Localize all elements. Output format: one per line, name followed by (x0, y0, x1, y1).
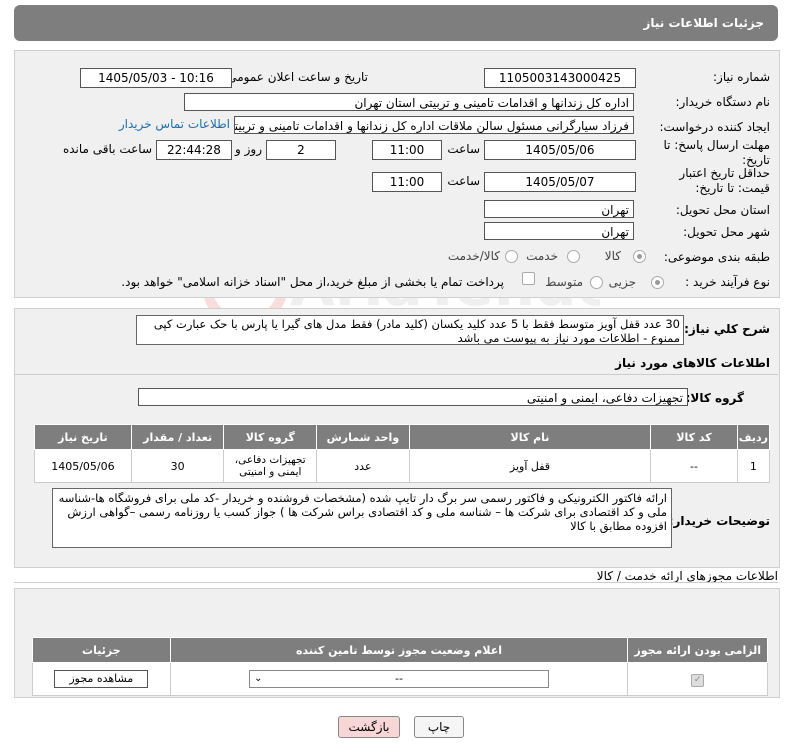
category-radio-goods-service[interactable] (505, 250, 518, 263)
back-button[interactable]: بازگشت (338, 716, 400, 738)
cell-license-status: ⌄ -- (169, 662, 629, 696)
treasury-payment-checkbox[interactable] (522, 272, 535, 285)
cell-code: -- (650, 449, 738, 483)
price-validity-label: حداقل تاریخ اعتبار قیمت: تا تاریخ: (679, 166, 770, 195)
licenses-divider (14, 582, 778, 583)
cell-qty: 30 (130, 449, 225, 483)
days-label: روز و (235, 142, 262, 156)
license-required-checkbox: ✓ (691, 673, 705, 687)
goods-group-field: تجهیزات دفاعی، ایمنی و امنیتی (138, 388, 688, 406)
buyer-contact-link[interactable]: اطلاعات تماس خریدار (119, 117, 230, 131)
remaining-time-field: 22:44:28 (156, 140, 232, 160)
days-field: 2 (266, 140, 336, 160)
col-unit: واحد شمارش (316, 424, 410, 450)
validity-time-label: ساعت (447, 174, 480, 188)
cell-unit: عدد (316, 449, 410, 483)
cell-group: تجهیزات دفاعی، ایمنی و امنیتی (223, 449, 318, 483)
validity-time-field: 11:00 (372, 172, 442, 192)
buyer-notes-text: ارائه فاکتور الکترونیکی و فاکتور رسمی سر… (52, 488, 672, 548)
chevron-down-icon: ⌄ (254, 673, 263, 684)
col-license-details: جزئیات (32, 637, 171, 663)
category-option-goods-service: کالا/خدمت (447, 249, 500, 263)
cell-date: 1405/05/06 (34, 449, 132, 483)
col-code: کد کالا (650, 424, 738, 450)
validity-date-field: 1405/05/07 (484, 172, 636, 192)
city-field: تهران (484, 222, 634, 240)
process-option-medium: متوسط (545, 275, 583, 289)
col-license-status: اعلام وضعیت مجوز توسط تامین کننده (169, 637, 629, 663)
table-row: 1 -- قفل آویز عدد تجهیزات دفاعی، ایمنی و… (34, 449, 771, 483)
view-license-button[interactable]: مشاهده مجوز (54, 670, 149, 688)
reply-time-field: 11:00 (372, 140, 442, 160)
need-number-label: شماره نیاز: (713, 70, 770, 84)
goods-group-label: گروه کالا: (685, 391, 744, 405)
city-label: شهر محل تحویل: (683, 225, 770, 239)
reply-time-label: ساعت (447, 142, 480, 156)
col-group: گروه کالا (223, 424, 318, 450)
province-field: تهران (484, 200, 634, 218)
license-status-value: -- (395, 672, 403, 685)
creator-label: ایجاد کننده درخواست: (659, 120, 770, 134)
section-divider (14, 374, 778, 375)
announce-label: تاریخ و ساعت اعلان عمومی: (223, 70, 368, 84)
description-label: شرح کلي نياز: (684, 322, 770, 336)
category-radio-goods[interactable] (633, 250, 646, 263)
cell-license-required: ✓ (627, 662, 768, 696)
category-option-goods: کالا (604, 249, 621, 263)
cell-name: قفل آویز (408, 449, 652, 483)
goods-table: ردیف کد کالا نام کالا واحد شمارش گروه کا… (34, 424, 771, 483)
col-name: نام کالا (408, 424, 652, 450)
reply-date-field: 1405/05/06 (484, 140, 636, 160)
licenses-section-title: اطلاعات مجوزهای ارائه خدمت / کالا (596, 569, 778, 583)
creator-field: فرزاد سیارگرانی مسئول سالن ملاقات اداره … (234, 116, 634, 134)
province-label: استان محل تحویل: (675, 203, 770, 217)
process-option-minor: جزیی (608, 275, 636, 289)
buyer-org-field: اداره کل زندانها و اقدامات تامینی و تربی… (184, 93, 634, 111)
process-label: نوع فرآیند خرید : (685, 275, 770, 289)
page-title: جزئیات اطلاعات نیاز (643, 16, 764, 30)
cell-row: 1 (736, 449, 771, 483)
process-radio-minor[interactable] (651, 276, 664, 289)
need-number-field: 1105003143000425 (484, 68, 636, 88)
cell-license-details: مشاهده مجوز (32, 662, 171, 696)
category-option-service: خدمت (526, 249, 558, 263)
remaining-label: ساعت باقی مانده (62, 142, 152, 156)
treasury-payment-note: پرداخت تمام یا بخشی از مبلغ خرید،از محل … (121, 275, 504, 289)
reply-deadline-label: مهلت ارسال پاسخ: تا تاریخ: (663, 138, 770, 167)
process-radio-medium[interactable] (590, 276, 603, 289)
col-row: ردیف (736, 424, 771, 450)
col-qty: تعداد / مقدار (130, 424, 225, 450)
description-text: 30 عدد قفل آویز متوسط فقط با 5 عدد کلید … (136, 315, 684, 345)
col-date: تاریخ نیاز (34, 424, 132, 450)
table-row: ✓ ⌄ -- مشاهده مجوز (32, 662, 768, 696)
page-header: جزئیات اطلاعات نیاز (14, 5, 778, 41)
goods-section-title: اطلاعات کالاهای مورد نياز (615, 356, 770, 370)
category-radio-service[interactable] (567, 250, 580, 263)
buyer-notes-label: توضیحات خریدار: (668, 514, 770, 528)
category-label: طبقه بندی موضوعی: (663, 250, 770, 264)
license-status-select[interactable]: ⌄ -- (249, 670, 550, 688)
licenses-table: الزامی بودن ارائه مجوز اعلام وضعیت مجوز … (32, 637, 768, 696)
buyer-org-label: نام دستگاه خریدار: (675, 95, 771, 109)
print-button[interactable]: چاپ (414, 716, 464, 738)
col-license-required: الزامی بودن ارائه مجوز (627, 637, 768, 663)
announce-field: 1405/05/03 - 10:16 (80, 68, 232, 88)
